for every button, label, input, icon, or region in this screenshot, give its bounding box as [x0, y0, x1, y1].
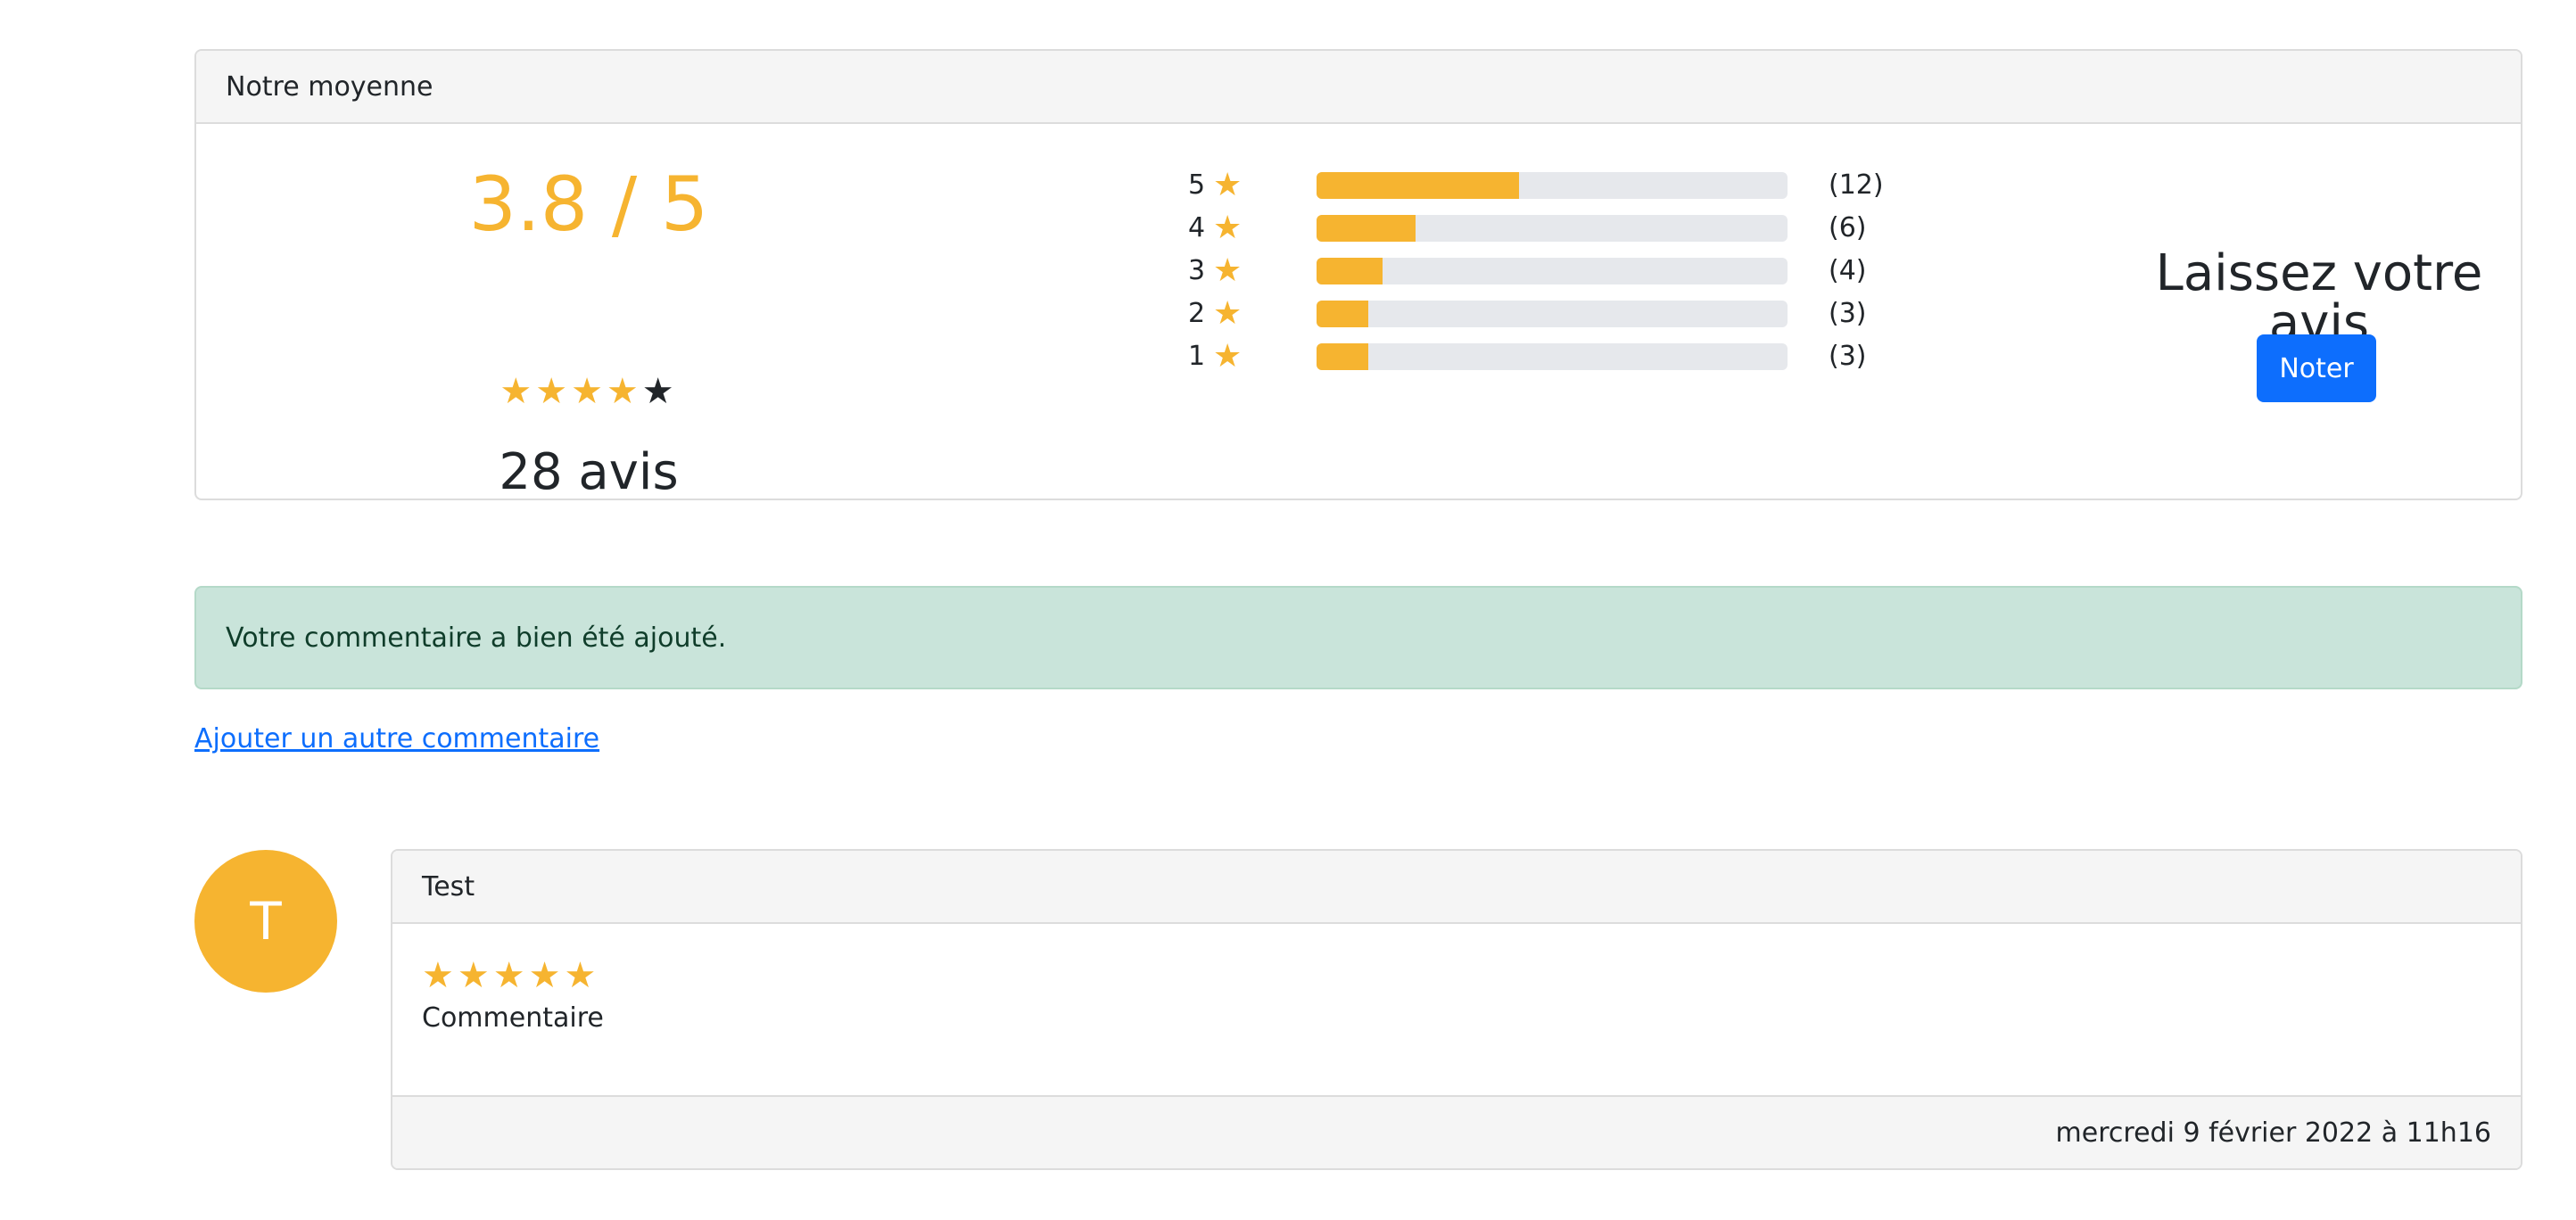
comment-author: Test: [392, 851, 2521, 924]
distribution-count: (3): [1829, 298, 1867, 329]
success-alert: Votre commentaire a bien été ajouté.: [194, 586, 2522, 689]
distribution-bar: [1317, 343, 1788, 370]
distribution-count: (12): [1829, 169, 1884, 201]
star-icon: ★: [528, 955, 565, 996]
star-icon: ★: [535, 371, 572, 412]
rate-button[interactable]: Noter: [2257, 334, 2376, 402]
star-icon: ★: [1213, 167, 1243, 203]
star-icon: ★: [422, 955, 458, 996]
star-icon: ★: [606, 371, 642, 412]
distribution-bar-fill: [1317, 258, 1383, 284]
distribution-label: 4: [1188, 212, 1206, 243]
distribution-count: (3): [1829, 341, 1867, 372]
star-icon: ★: [1213, 252, 1243, 289]
distribution-count: (4): [1829, 255, 1867, 286]
distribution-label: 3: [1188, 255, 1206, 286]
comment-text: Commentaire: [422, 1002, 604, 1034]
distribution-label: 5: [1188, 169, 1206, 201]
star-icon: ★: [564, 955, 600, 996]
distribution-row: 1 ★ (3): [196, 339, 1980, 375]
avatar: T: [194, 850, 337, 993]
comment-card: Test ★★★★★ Commentaire mercredi 9 févrie…: [391, 849, 2522, 1170]
star-icon: ★: [492, 955, 529, 996]
distribution-bar: [1317, 301, 1788, 327]
distribution-bar: [1317, 172, 1788, 199]
distribution-bar: [1317, 258, 1788, 284]
distribution-bar-fill: [1317, 343, 1369, 370]
distribution-row: 4 ★ (6): [196, 210, 1980, 246]
star-icon: ★: [641, 371, 678, 412]
distribution-label: 1: [1188, 341, 1206, 372]
comment-stars: ★★★★★: [422, 958, 599, 993]
star-icon: ★: [1213, 338, 1243, 375]
page: Notre moyenne 3.8 / 5 ★★★★★ 28 avis 5 ★ …: [0, 0, 2576, 1220]
star-icon: ★: [1213, 295, 1243, 332]
star-icon: ★: [457, 955, 493, 996]
distribution-row: 5 ★ (12): [196, 168, 1980, 203]
review-count: 28 avis: [499, 443, 679, 500]
average-stars: ★★★★★: [196, 374, 981, 409]
rating-summary-card: Notre moyenne 3.8 / 5 ★★★★★ 28 avis 5 ★ …: [194, 49, 2522, 500]
star-icon: ★: [1213, 210, 1243, 246]
add-comment-link[interactable]: Ajouter un autre commentaire: [194, 721, 599, 758]
distribution-label: 2: [1188, 298, 1206, 329]
summary-header: Notre moyenne: [196, 51, 2521, 124]
star-icon: ★: [571, 371, 607, 412]
star-icon: ★: [500, 371, 536, 412]
distribution-row: 3 ★ (4): [196, 253, 1980, 289]
distribution-bar: [1317, 215, 1788, 242]
comment-body: ★★★★★ Commentaire: [392, 924, 2521, 1099]
distribution-bar-fill: [1317, 172, 1520, 199]
distribution-bar-fill: [1317, 301, 1369, 327]
comment-date: mercredi 9 février 2022 à 11h16: [392, 1095, 2521, 1168]
distribution-count: (6): [1829, 212, 1867, 243]
distribution-bar-fill: [1317, 215, 1416, 242]
distribution-row: 2 ★ (3): [196, 296, 1980, 332]
